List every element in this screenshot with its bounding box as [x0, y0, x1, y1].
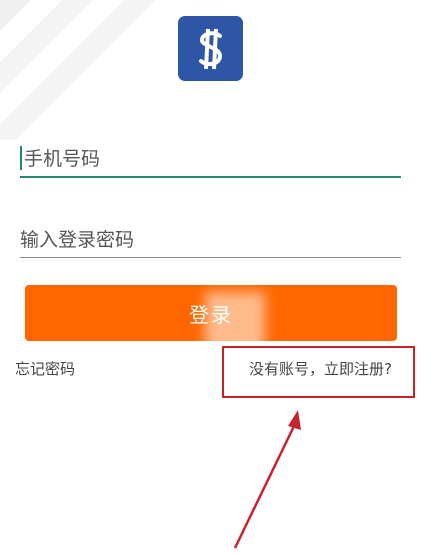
forgot-password-link[interactable]: 忘记密码	[15, 358, 75, 379]
register-link[interactable]: 没有账号，立即注册?	[249, 358, 392, 379]
password-input[interactable]	[20, 229, 401, 257]
dollar-logo-icon	[198, 28, 222, 69]
password-field[interactable]	[20, 221, 401, 258]
phone-field[interactable]	[20, 140, 401, 178]
app-logo	[178, 16, 243, 81]
background-decoration	[0, 0, 170, 140]
phone-input[interactable]	[20, 148, 401, 176]
login-button[interactable]: 登录	[25, 285, 397, 341]
text-cursor	[20, 146, 22, 170]
